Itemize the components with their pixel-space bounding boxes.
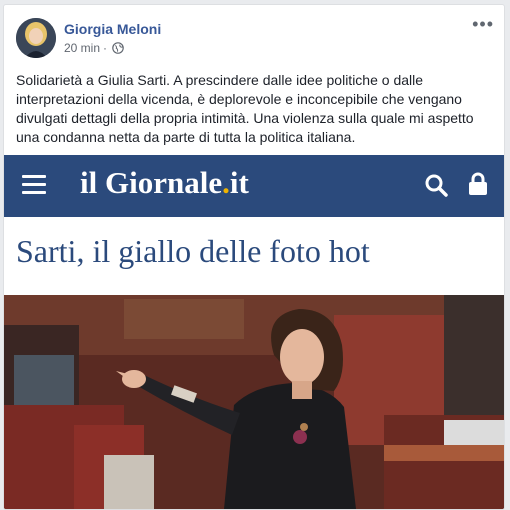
post-meta: 20 min ·: [64, 41, 124, 55]
search-icon[interactable]: [424, 173, 448, 197]
post-body-text: Solidarietà a Giulia Sarti. A prescinder…: [16, 72, 474, 145]
hamburger-icon[interactable]: [22, 175, 46, 195]
author-name[interactable]: Giorgia Meloni: [64, 21, 161, 37]
site-logo-dot: .: [222, 165, 230, 200]
site-header-bar: il Giornale.it: [4, 155, 504, 217]
facebook-post-card: Giorgia Meloni 20 min · ••• Solidarietà …: [3, 4, 505, 510]
post-header: Giorgia Meloni 20 min · •••: [4, 5, 504, 67]
meta-separator: ·: [103, 41, 108, 55]
article-headline: Sarti, il giallo delle foto hot: [16, 233, 370, 269]
lock-icon[interactable]: [468, 172, 488, 196]
shared-article-image[interactable]: il Giornale.it Sarti, il giallo delle fo…: [4, 155, 504, 509]
site-logo[interactable]: il Giornale.it: [80, 165, 249, 201]
article-photo: [4, 295, 504, 509]
author-avatar[interactable]: [16, 18, 56, 58]
site-logo-main: il Giornale: [80, 165, 223, 200]
globe-icon[interactable]: [112, 42, 124, 54]
site-logo-tld: it: [229, 165, 249, 200]
post-timestamp[interactable]: 20 min: [64, 41, 100, 55]
more-options-icon[interactable]: •••: [472, 15, 494, 33]
